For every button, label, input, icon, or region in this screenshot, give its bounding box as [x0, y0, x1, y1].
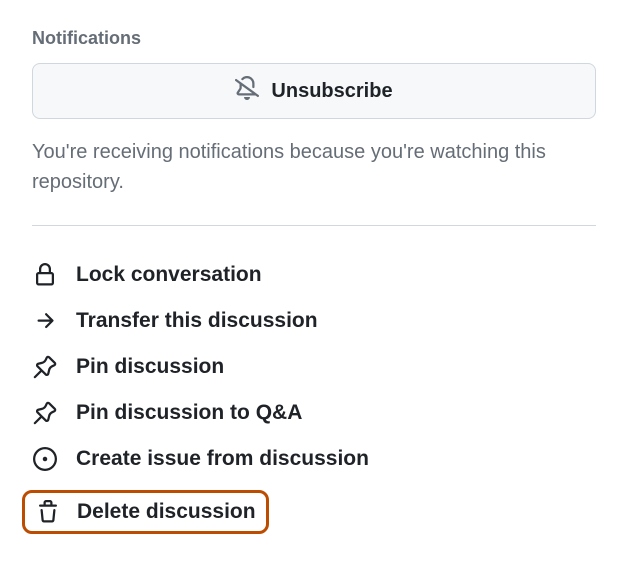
delete-label: Delete discussion	[77, 500, 256, 524]
pin-icon	[32, 400, 58, 426]
trash-icon	[35, 499, 61, 525]
pin-discussion-action[interactable]: Pin discussion	[32, 354, 596, 380]
transfer-label: Transfer this discussion	[76, 309, 318, 333]
delete-highlight: Delete discussion	[22, 490, 269, 534]
lock-label: Lock conversation	[76, 263, 262, 287]
unsubscribe-button[interactable]: Unsubscribe	[32, 63, 596, 119]
delete-discussion-action[interactable]: Delete discussion	[35, 499, 256, 525]
arrow-right-icon	[32, 308, 58, 334]
notifications-description: You're receiving notifications because y…	[32, 137, 596, 197]
pin-category-action[interactable]: Pin discussion to Q&A	[32, 400, 596, 426]
lock-icon	[32, 262, 58, 288]
notifications-title: Notifications	[32, 28, 596, 49]
create-issue-label: Create issue from discussion	[76, 447, 369, 471]
pin-label: Pin discussion	[76, 355, 224, 379]
pin-category-label: Pin discussion to Q&A	[76, 401, 302, 425]
unsubscribe-label: Unsubscribe	[271, 80, 392, 103]
pin-icon	[32, 354, 58, 380]
transfer-discussion-action[interactable]: Transfer this discussion	[32, 308, 596, 334]
create-issue-action[interactable]: Create issue from discussion	[32, 446, 596, 472]
bell-slash-icon	[235, 76, 259, 106]
actions-list: Lock conversation Transfer this discussi…	[32, 262, 596, 534]
divider	[32, 225, 596, 226]
notifications-section: Notifications Unsubscribe You're receivi…	[32, 28, 596, 197]
lock-conversation-action[interactable]: Lock conversation	[32, 262, 596, 288]
issue-opened-icon	[32, 446, 58, 472]
